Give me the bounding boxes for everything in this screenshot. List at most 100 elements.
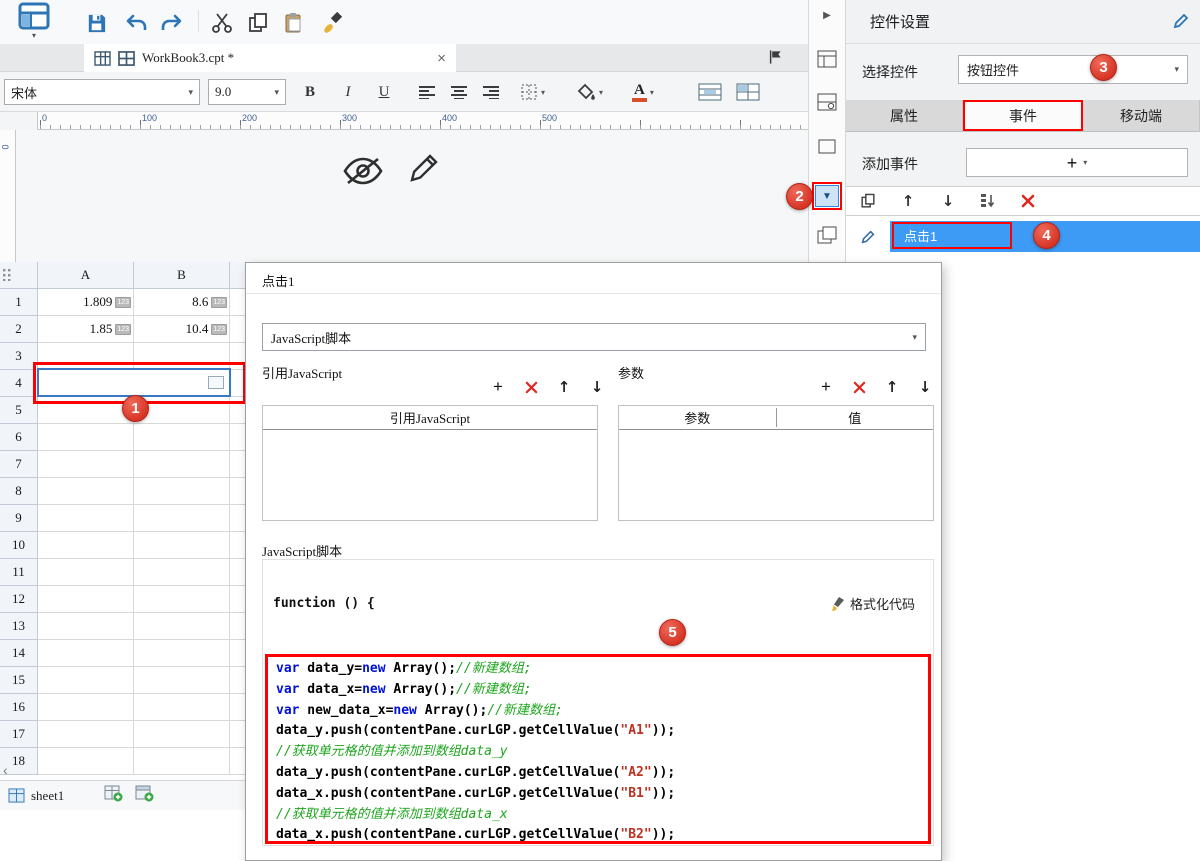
delete-ref-button[interactable] (521, 377, 541, 397)
edit-event-button[interactable] (846, 221, 890, 252)
workbook-tab[interactable]: WorkBook3.cpt * × (84, 44, 456, 72)
sheet-tab[interactable]: sheet1 (31, 788, 64, 804)
cell-A2[interactable]: 1.85 123 (38, 316, 134, 343)
cell-B17[interactable] (134, 721, 230, 748)
cell-A11[interactable] (38, 559, 134, 586)
layers-button[interactable] (809, 226, 845, 244)
align-center-button[interactable] (446, 80, 474, 104)
cell-A7[interactable] (38, 451, 134, 478)
param-move-down-button[interactable]: ↓ (915, 377, 935, 397)
copy-button[interactable] (244, 9, 272, 37)
underline-button[interactable]: U (370, 80, 398, 104)
form-widget-button[interactable] (809, 50, 845, 68)
cell-B18[interactable] (134, 748, 230, 775)
column-header-a[interactable]: A (38, 262, 134, 289)
align-left-button[interactable] (414, 80, 442, 104)
move-down-button[interactable]: ↓ (940, 192, 956, 210)
report-block-button[interactable] (809, 93, 845, 111)
format-painter-button[interactable] (318, 9, 346, 37)
cell-B2[interactable]: 10.4 123 (134, 316, 230, 343)
row-header-7[interactable]: 7 (0, 451, 38, 478)
row-header-13[interactable]: 13 (0, 613, 38, 640)
select-all-corner[interactable] (0, 262, 38, 289)
cell-A12[interactable] (38, 586, 134, 613)
copy-event-button[interactable] (860, 193, 876, 209)
format-code-button[interactable]: 格式化代码 (829, 594, 915, 613)
row-header-10[interactable]: 10 (0, 532, 38, 559)
cell-A13[interactable] (38, 613, 134, 640)
cell-B10[interactable] (134, 532, 230, 559)
reorder-button[interactable] (980, 193, 996, 209)
rect-widget-button[interactable] (809, 139, 845, 154)
add-ref-button[interactable]: + (488, 377, 508, 397)
add-chart-sheet-button[interactable] (135, 785, 154, 807)
tab-close-icon[interactable]: × (437, 51, 446, 66)
script-type-select[interactable]: JavaScript脚本 ▾ (262, 323, 926, 351)
cell-B6[interactable] (134, 424, 230, 451)
cell-A9[interactable] (38, 505, 134, 532)
cell-B12[interactable] (134, 586, 230, 613)
cell-A16[interactable] (38, 694, 134, 721)
cell-A15[interactable] (38, 667, 134, 694)
tab-mobile[interactable]: 移动端 (1083, 100, 1200, 131)
undo-button[interactable] (122, 9, 150, 37)
param-move-up-button[interactable]: ↑ (882, 377, 902, 397)
cell-A17[interactable] (38, 721, 134, 748)
cell-B15[interactable] (134, 667, 230, 694)
cell-A10[interactable] (38, 532, 134, 559)
redo-button[interactable] (158, 9, 186, 37)
expand-panel-button[interactable]: ▶ (809, 10, 845, 21)
pin-flag-icon[interactable] (768, 49, 783, 70)
merge-cells-button[interactable] (698, 80, 722, 104)
align-right-button[interactable] (478, 80, 506, 104)
tab-properties[interactable]: 属性 (846, 100, 963, 131)
add-event-button[interactable]: + ▾ (966, 148, 1188, 177)
unmerge-cells-button[interactable] (736, 80, 760, 104)
paste-button[interactable] (280, 9, 308, 37)
cell-A6[interactable] (38, 424, 134, 451)
row-header-15[interactable]: 15 (0, 667, 38, 694)
row-header-16[interactable]: 16 (0, 694, 38, 721)
font-color-button[interactable]: A ▾ (632, 80, 654, 104)
ref-move-down-button[interactable]: ↓ (587, 377, 607, 397)
cell-A14[interactable] (38, 640, 134, 667)
add-param-button[interactable]: + (816, 377, 836, 397)
row-header-11[interactable]: 11 (0, 559, 38, 586)
move-up-button[interactable]: ↑ (900, 192, 916, 210)
app-menu-button[interactable]: ▾ (14, 2, 54, 44)
cell-B14[interactable] (134, 640, 230, 667)
widget-type-select[interactable]: 按钮控件 ▾ (958, 55, 1188, 84)
ref-js-table-body[interactable] (263, 430, 597, 521)
cell-B1[interactable]: 8.6 123 (134, 289, 230, 316)
cell-B11[interactable] (134, 559, 230, 586)
fill-color-button[interactable]: ▾ (576, 80, 603, 104)
cell-A18[interactable] (38, 748, 134, 775)
dropdown-widget-button[interactable]: ▼ (809, 182, 845, 210)
edit-widget[interactable] (404, 148, 444, 193)
js-code-editor[interactable]: function () { 格式化代码 var data_y=new Array… (262, 559, 934, 846)
italic-button[interactable]: I (334, 80, 362, 104)
cell-A8[interactable] (38, 478, 134, 505)
row-header-17[interactable]: 17 (0, 721, 38, 748)
param-table-body[interactable] (619, 430, 933, 521)
row-header-9[interactable]: 9 (0, 505, 38, 532)
bold-button[interactable]: B (296, 80, 324, 104)
save-button[interactable] (82, 9, 110, 37)
font-size-select[interactable]: 9.0 ▾ (208, 79, 286, 105)
row-header-8[interactable]: 8 (0, 478, 38, 505)
cut-button[interactable] (208, 9, 236, 37)
cell-B16[interactable] (134, 694, 230, 721)
tab-events[interactable]: 事件 (963, 100, 1083, 131)
ref-move-up-button[interactable]: ↑ (554, 377, 574, 397)
row-header-12[interactable]: 12 (0, 586, 38, 613)
row-header-2[interactable]: 2 (0, 316, 38, 343)
row-header-6[interactable]: 6 (0, 424, 38, 451)
edit-pencil-icon[interactable] (1172, 12, 1190, 35)
delete-event-button[interactable] (1020, 194, 1036, 208)
cell-B13[interactable] (134, 613, 230, 640)
design-canvas[interactable]: 0 (0, 130, 808, 262)
column-header-b[interactable]: B (134, 262, 230, 289)
step5-highlight-box[interactable]: var data_y=new Array();//新建数组; var data_x… (265, 654, 931, 844)
cell-B7[interactable] (134, 451, 230, 478)
scroll-left-icon[interactable]: ‹ (3, 762, 8, 778)
